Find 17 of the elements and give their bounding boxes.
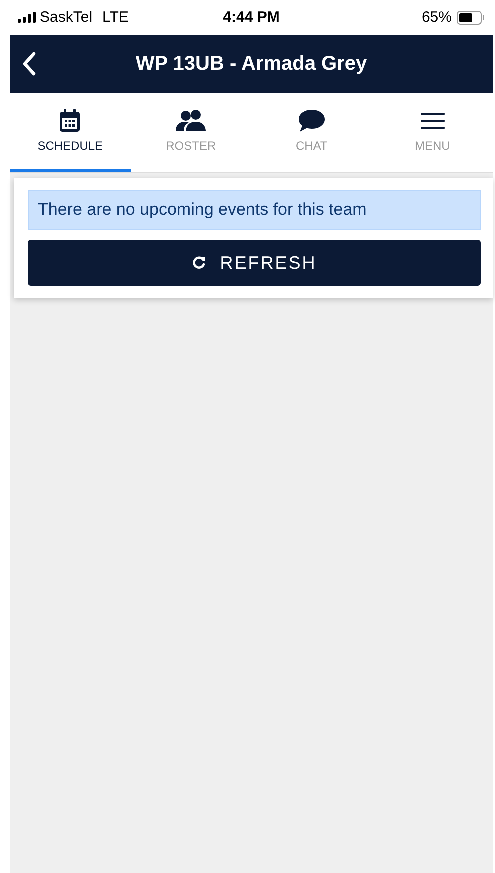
team-title: WP 13UB - Armada Grey [136,52,368,76]
people-icon [175,109,208,133]
nav-tab[interactable]: MENU [372,93,493,172]
nav-tab[interactable]: ROSTER [130,93,252,172]
battery-percent: 65% [422,9,452,26]
refresh-icon [192,256,206,270]
nav-tab[interactable]: CHAT [252,93,372,172]
battery-icon [456,10,485,24]
speech-bubble-icon [298,109,326,133]
signal-icon [18,12,36,23]
clock-time: 4:44 PM [223,9,280,26]
calendar-icon [59,109,82,133]
refresh-button[interactable]: REFRESH [28,240,481,286]
network-type: LTE [102,9,129,26]
carrier-name: SaskTel [40,9,93,26]
empty-notice: There are no upcoming events for this team [28,190,481,230]
back-icon[interactable] [22,52,36,76]
